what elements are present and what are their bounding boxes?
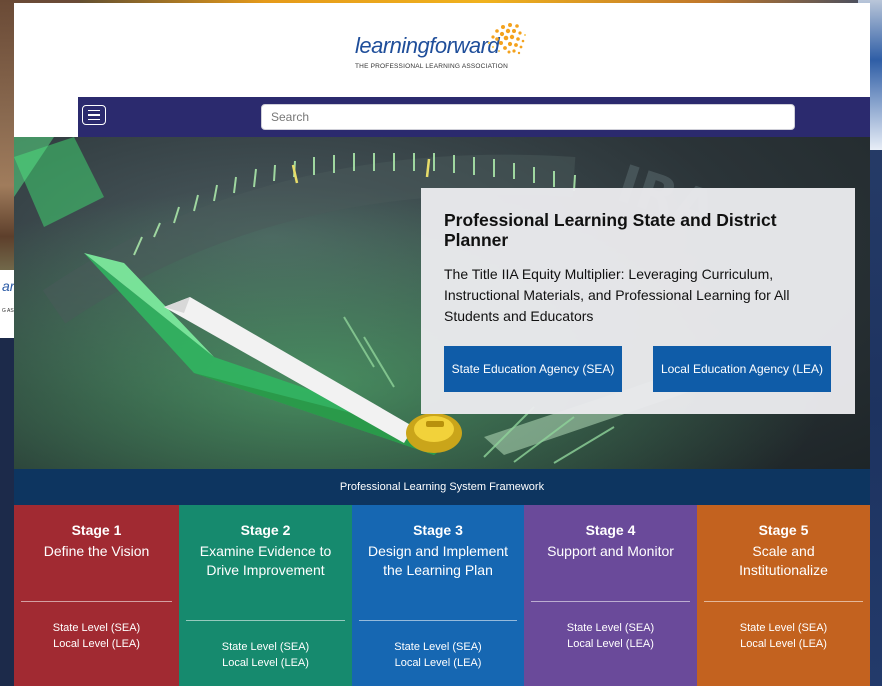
stage-number: Stage 3 (413, 522, 463, 538)
stage-divider (531, 601, 690, 602)
search-input[interactable]: Search (261, 104, 795, 130)
stage-state-link[interactable]: State Level (SEA) (352, 639, 524, 655)
logo-tagline: THE PROFESSIONAL LEARNING ASSOCIATION (355, 63, 508, 70)
stage-name: Examine Evidence to Drive Improvement (199, 543, 332, 578)
stage-number: Stage 5 (758, 522, 809, 538)
stage-local-link[interactable]: Local Level (LEA) (697, 636, 870, 652)
logo-wordmark: learningforward (355, 33, 500, 58)
stage-divider (21, 601, 172, 602)
stage-state-link[interactable]: State Level (SEA) (524, 620, 697, 636)
planner-page: learningforward THE PROFESSIONAL LEARNIN… (14, 3, 870, 686)
stage-number: Stage 4 (585, 522, 636, 538)
planner-callout: Professional Learning State and District… (421, 188, 855, 414)
site-header: learningforward THE PROFESSIONAL LEARNIN… (78, 3, 870, 97)
stage-card-5[interactable]: Stage 5 Scale and Institutionalize State… (697, 505, 870, 686)
hamburger-menu-icon[interactable] (82, 105, 106, 125)
stage-number: Stage 2 (240, 522, 291, 538)
stage-name: Scale and Institutionalize (739, 543, 828, 578)
logo-burst-icon (487, 23, 526, 55)
stage-name: Support and Monitor (547, 543, 674, 559)
lea-button[interactable]: Local Education Agency (LEA) (653, 346, 831, 392)
stage-divider (186, 620, 345, 621)
stage-card-4[interactable]: Stage 4 Support and Monitor State Level … (524, 505, 697, 686)
stage-card-2[interactable]: Stage 2 Examine Evidence to Drive Improv… (179, 505, 352, 686)
page-subtitle: The Title IIA Equity Multiplier: Leverag… (444, 266, 790, 324)
stages-row: Stage 1 Define the Vision State Level (S… (14, 505, 870, 686)
stage-state-link[interactable]: State Level (SEA) (697, 620, 870, 636)
stage-card-3[interactable]: Stage 3 Design and Implement the Learnin… (352, 505, 524, 686)
main-navbar: Search (78, 97, 870, 137)
stage-number: Stage 1 (71, 522, 122, 538)
sea-button[interactable]: State Education Agency (SEA) (444, 346, 622, 392)
stage-state-link[interactable]: State Level (SEA) (14, 620, 179, 636)
stage-name: Design and Implement the Learning Plan (367, 543, 509, 578)
stage-local-link[interactable]: Local Level (LEA) (14, 636, 179, 652)
page-title: Professional Learning State and District… (444, 210, 777, 250)
stage-card-1[interactable]: Stage 1 Define the Vision State Level (S… (14, 505, 179, 686)
stage-local-link[interactable]: Local Level (LEA) (352, 655, 524, 671)
stage-local-link[interactable]: Local Level (LEA) (524, 636, 697, 652)
stage-divider (704, 601, 863, 602)
stage-local-link[interactable]: Local Level (LEA) (179, 655, 352, 671)
stage-name: Define the Vision (43, 543, 150, 559)
stage-divider (359, 620, 517, 621)
framework-title-bar: Professional Learning System Framework (14, 469, 870, 505)
stage-state-link[interactable]: State Level (SEA) (179, 639, 352, 655)
learningforward-logo[interactable]: learningforward THE PROFESSIONAL LEARNIN… (355, 17, 530, 77)
